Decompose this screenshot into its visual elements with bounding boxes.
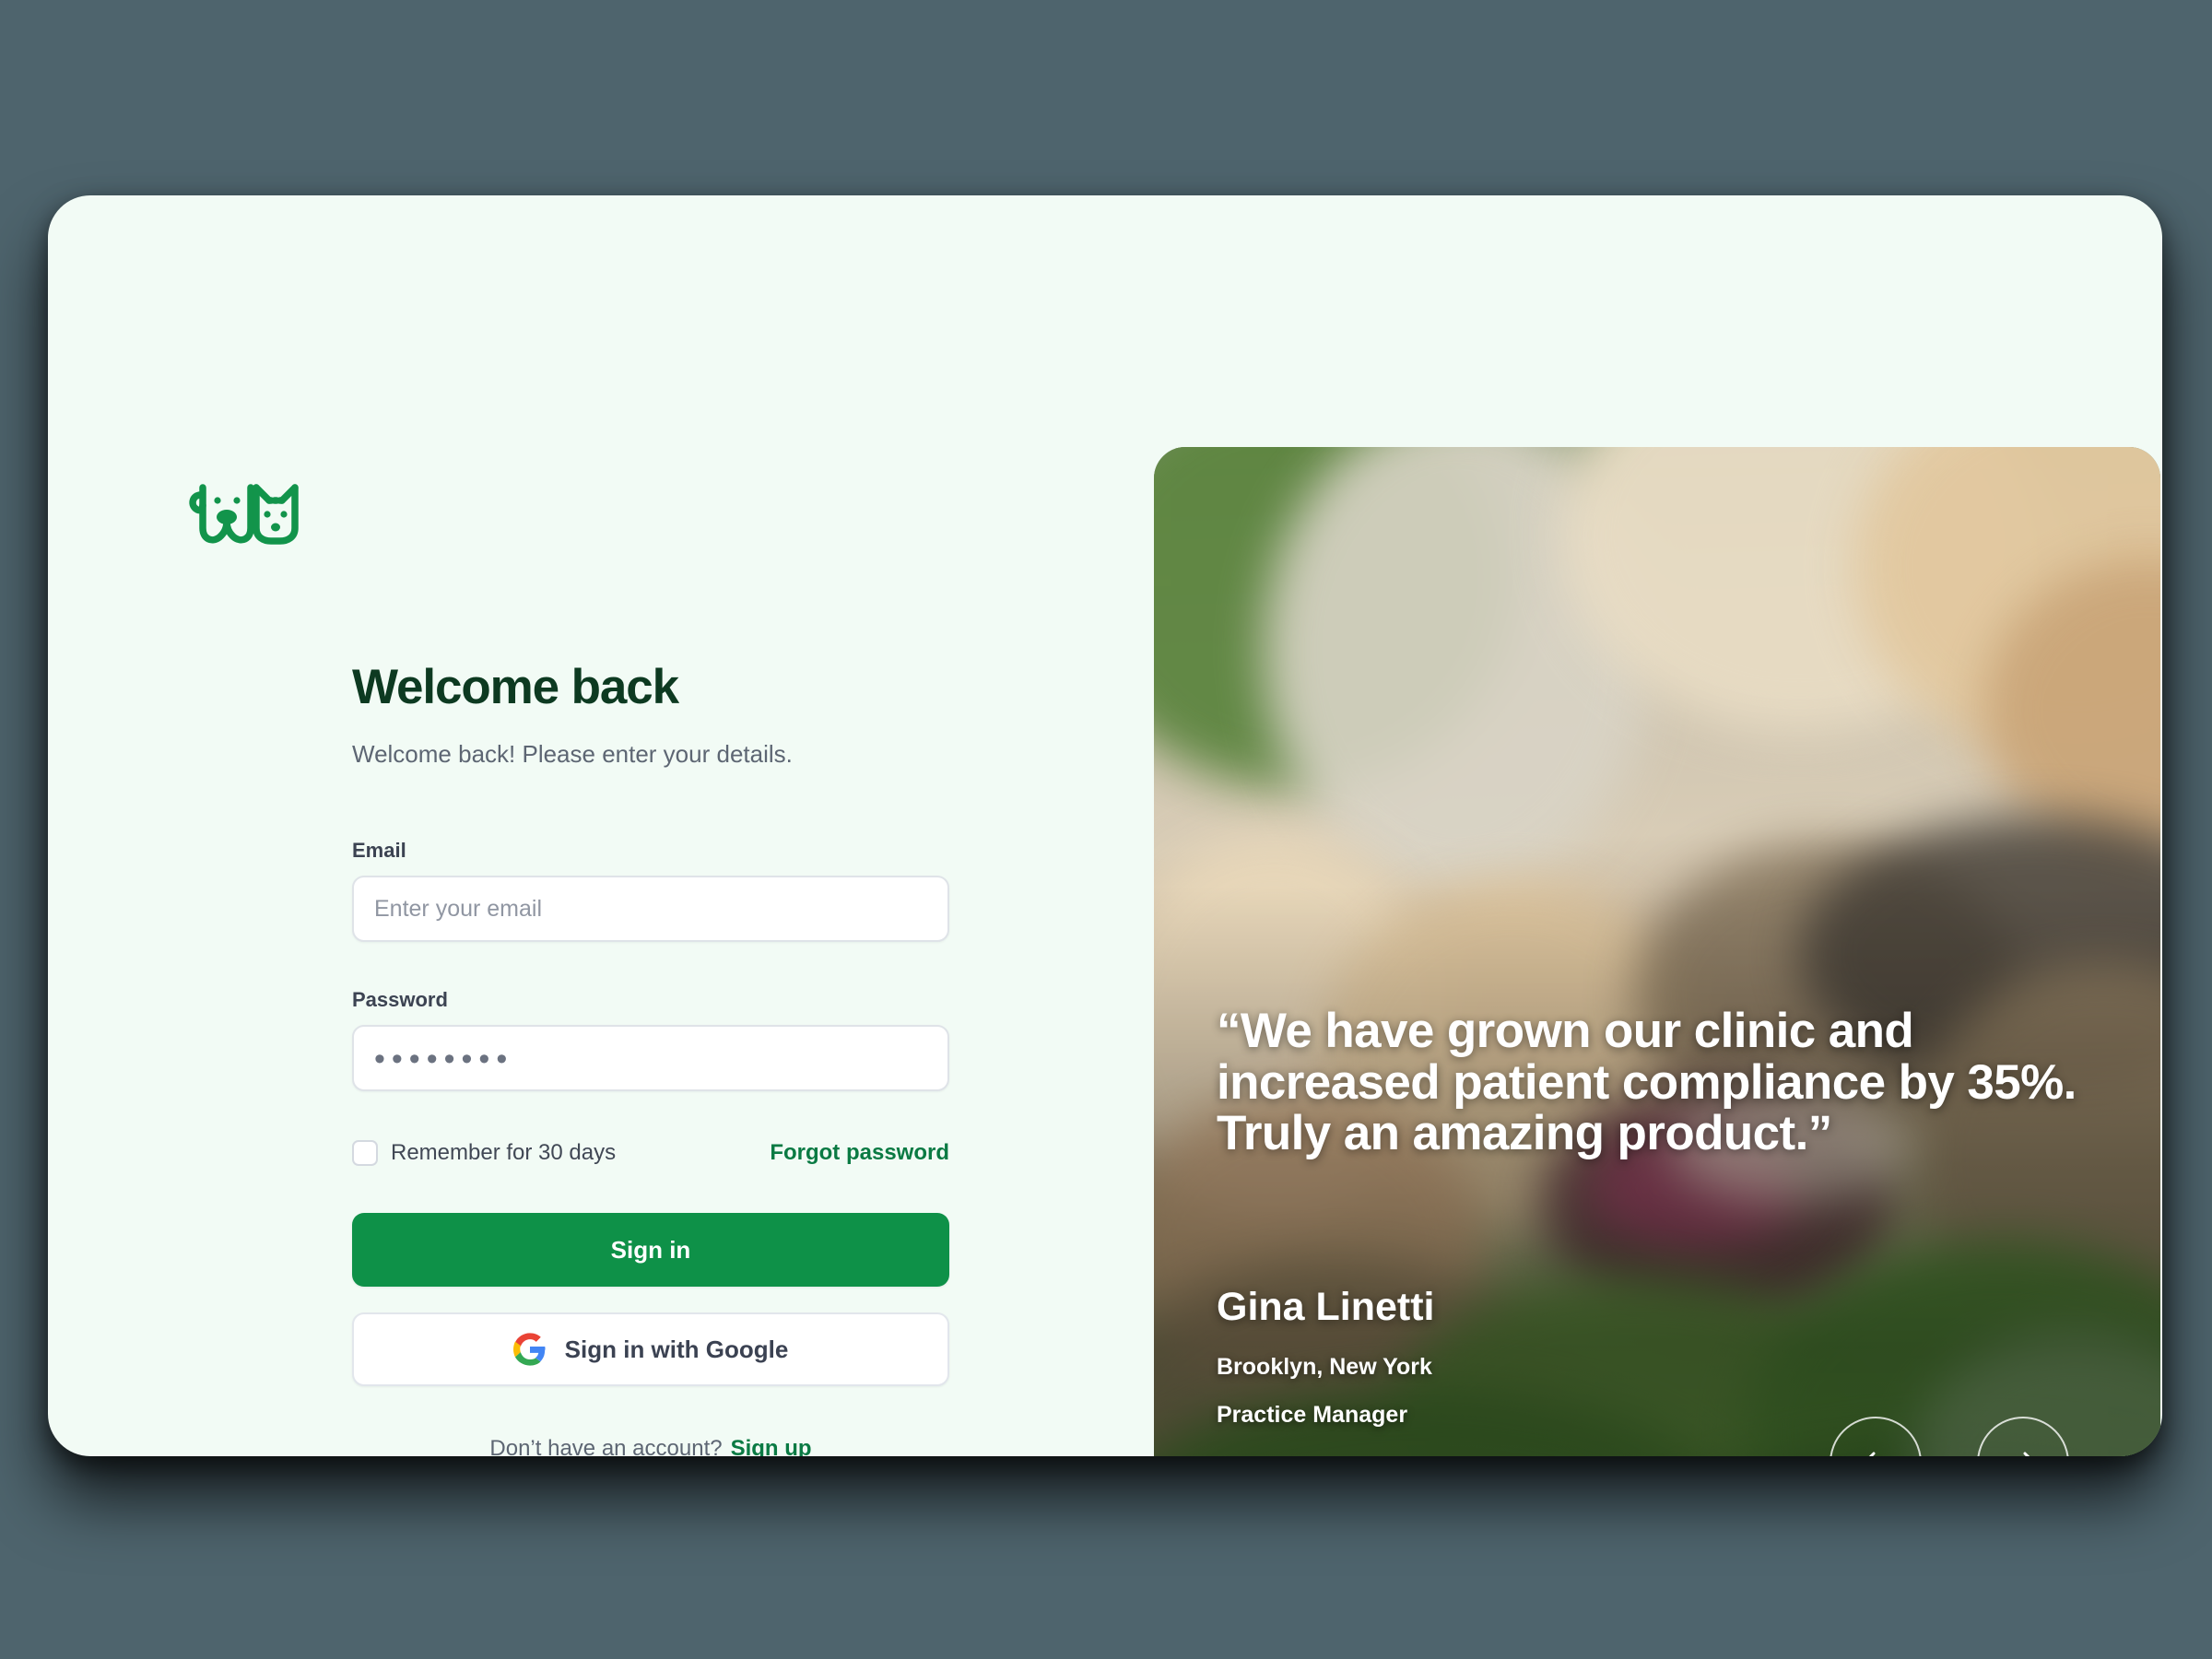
- remember-me-group[interactable]: Remember for 30 days: [352, 1140, 616, 1166]
- dog-cat-logo-icon: [184, 475, 304, 554]
- remember-checkbox[interactable]: [352, 1140, 378, 1166]
- forgot-password-link[interactable]: Forgot password: [770, 1142, 949, 1164]
- page-title: Welcome back: [352, 660, 679, 714]
- email-label: Email: [352, 839, 406, 862]
- arrow-right-icon: [2005, 1442, 2041, 1456]
- sign-up-link[interactable]: Sign up: [731, 1438, 812, 1457]
- page-subtitle: Welcome back! Please enter your details.: [352, 740, 793, 768]
- email-field[interactable]: Enter your email: [352, 876, 949, 942]
- remember-forgot-row: Remember for 30 days Forgot password: [352, 1137, 949, 1169]
- sign-in-with-google-button[interactable]: Sign in with Google: [352, 1312, 949, 1386]
- remember-label: Remember for 30 days: [391, 1140, 617, 1165]
- password-label: Password: [352, 988, 448, 1011]
- testimonial-location: Brooklyn, New York: [1217, 1354, 1432, 1380]
- testimonial-author: Gina Linetti: [1217, 1285, 1435, 1329]
- page-root: Welcome back Welcome back! Please enter …: [0, 0, 2212, 1659]
- testimonial-panel: “We have grown our clinic and increased …: [1154, 447, 2160, 1456]
- google-button-label: Sign in with Google: [564, 1335, 789, 1363]
- signup-row: Don’t have an account? Sign up: [352, 1436, 949, 1457]
- auth-card: Welcome back Welcome back! Please enter …: [48, 195, 2162, 1456]
- email-placeholder: Enter your email: [374, 895, 543, 922]
- password-masked-value: ••••••••: [374, 1041, 514, 1077]
- arrow-left-icon: [1857, 1442, 1894, 1456]
- testimonial-role: Practice Manager: [1217, 1402, 1408, 1428]
- sign-in-button[interactable]: Sign in: [352, 1213, 949, 1287]
- login-form-panel: Welcome back Welcome back! Please enter …: [48, 195, 1154, 1456]
- password-field[interactable]: ••••••••: [352, 1025, 949, 1091]
- signup-question: Don’t have an account?: [489, 1436, 723, 1457]
- google-g-icon: [512, 1333, 547, 1366]
- testimonial-quote: “We have grown our clinic and increased …: [1217, 1004, 2077, 1161]
